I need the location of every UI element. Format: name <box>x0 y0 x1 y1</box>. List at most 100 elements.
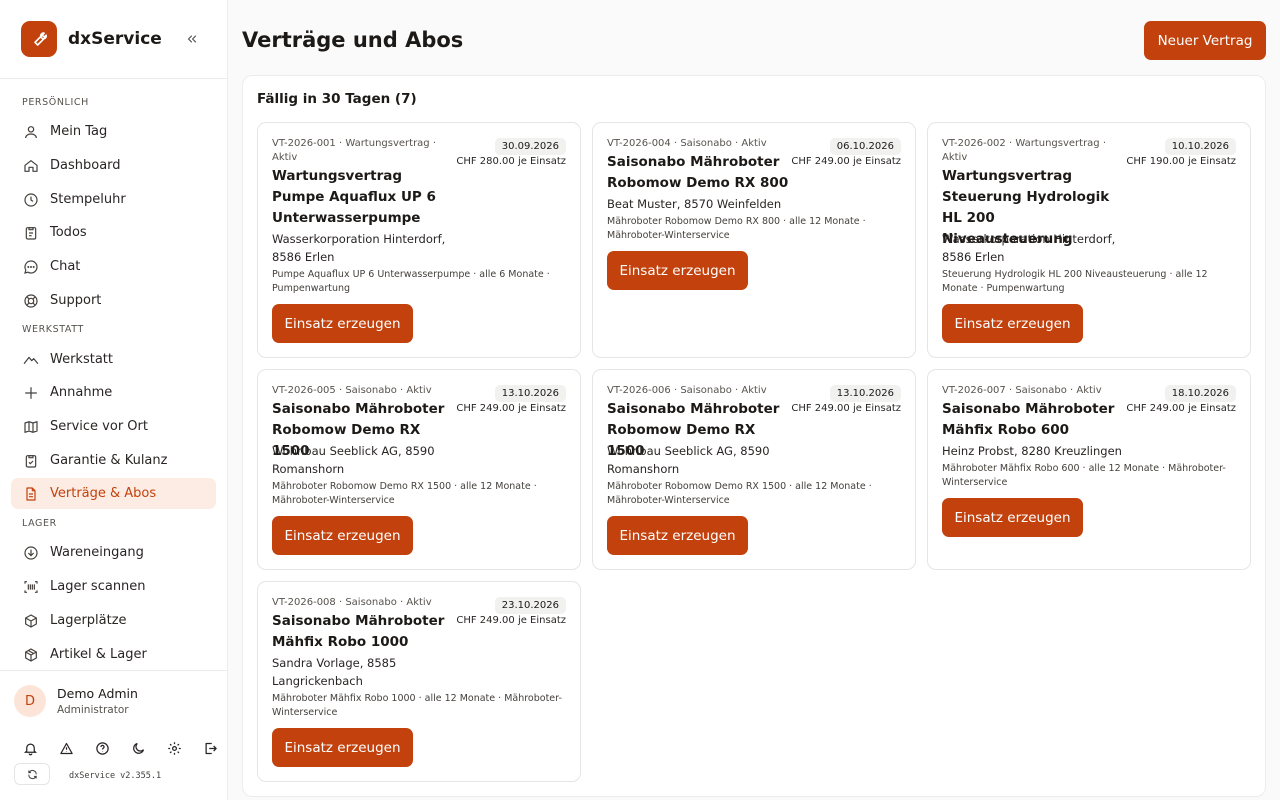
gear-icon[interactable] <box>164 738 184 758</box>
sidebar-item-label: Mein Tag <box>50 124 108 139</box>
help-icon[interactable] <box>92 738 112 758</box>
sidebar-item-annahme[interactable]: Annahme <box>11 377 216 408</box>
package-icon <box>22 646 40 664</box>
create-deployment-button[interactable]: Einsatz erzeugen <box>607 516 748 555</box>
contract-meta: VT-2026-001 · Wartungsvertrag · Aktiv <box>272 138 437 163</box>
sidebar-item-service-vor-ort[interactable]: Service vor Ort <box>11 411 216 442</box>
divider <box>0 670 227 671</box>
box-icon <box>22 612 40 630</box>
create-deployment-button[interactable]: Einsatz erzeugen <box>272 516 413 555</box>
sidebar-item-label: Verträge & Abos <box>50 486 157 501</box>
app-version: dxService v2.355.1 <box>69 771 162 781</box>
user-icon <box>22 123 40 141</box>
app-name: dxService <box>68 29 162 49</box>
sidebar-item-label: Support <box>50 293 102 308</box>
home-icon <box>22 157 40 175</box>
refresh-icon <box>27 769 37 779</box>
contract-card: VT-2026-008 · Saisonabo · Aktiv 23.10.20… <box>257 581 581 782</box>
refresh-button[interactable] <box>14 763 50 785</box>
contract-customer: Wasserkorporation Hinterdorf, 8586 Erlen <box>272 232 446 264</box>
sidebar-item-mein-tag[interactable]: Mein Tag <box>11 116 216 147</box>
sidebar-item-support[interactable]: Support <box>11 285 216 316</box>
contract-detail: Mähroboter Mähfix Robo 600 · alle 12 Mon… <box>942 463 1226 488</box>
warning-icon[interactable] <box>56 738 76 758</box>
contract-meta: VT-2026-005 · Saisonabo · Aktiv <box>272 385 432 396</box>
divider <box>0 78 227 79</box>
logout-icon[interactable] <box>200 738 220 758</box>
contract-card: VT-2026-006 · Saisonabo · Aktiv 13.10.20… <box>592 369 916 570</box>
new-contract-button[interactable]: Neuer Vertrag <box>1144 21 1266 60</box>
create-deployment-button[interactable]: Einsatz erzeugen <box>272 304 413 343</box>
sidebar-item-label: Dashboard <box>50 158 121 173</box>
contract-card: VT-2026-001 · Wartungsvertrag · Aktiv 30… <box>257 122 581 358</box>
contract-detail: Pumpe Aquaflux UP 6 Unterwasserpumpe · a… <box>272 269 550 294</box>
clock-icon <box>22 191 40 209</box>
moon-icon[interactable] <box>128 738 148 758</box>
sidebar-item-label: Lager scannen <box>50 579 146 594</box>
wrench-icon <box>21 21 57 57</box>
contract-card: VT-2026-005 · Saisonabo · Aktiv 13.10.20… <box>257 369 581 570</box>
sidebar-item-label: Chat <box>50 259 81 274</box>
user-name: Demo Admin <box>57 686 138 701</box>
contract-meta: VT-2026-002 · Wartungsvertrag · Aktiv <box>942 138 1107 163</box>
footer-toolbar <box>20 738 236 758</box>
barcode-icon <box>22 578 40 596</box>
sidebar-item-stempeluhr[interactable]: Stempeluhr <box>11 184 216 215</box>
sidebar-item-label: Artikel & Lager <box>50 647 147 662</box>
contract-card: VT-2026-004 · Saisonabo · Aktiv 06.10.20… <box>592 122 916 358</box>
sidebar-item-dashboard[interactable]: Dashboard <box>11 150 216 181</box>
sidebar-item-label: Garantie & Kulanz <box>50 453 168 468</box>
sidebar-item-vertraege-abos[interactable]: Verträge & Abos <box>11 478 216 509</box>
contract-customer: Heinz Probst, 8280 Kreuzlingen <box>942 444 1122 458</box>
sidebar-item-artikel-lager[interactable]: Artikel & Lager <box>11 639 216 670</box>
panel-title: Fällig in 30 Tagen (7) <box>257 91 417 107</box>
due-date-badge: 18.10.2026 <box>1164 385 1236 402</box>
bell-icon[interactable] <box>20 738 40 758</box>
sidebar-item-lager-scannen[interactable]: Lager scannen <box>11 571 216 602</box>
document-icon <box>22 485 40 503</box>
create-deployment-button[interactable]: Einsatz erzeugen <box>942 304 1083 343</box>
download-icon <box>22 544 40 562</box>
section-label-personal: PERSÖNLICH <box>22 97 89 108</box>
sidebar-item-garantie-kulanz[interactable]: Garantie & Kulanz <box>11 445 216 476</box>
sidebar-item-todos[interactable]: Todos <box>11 217 216 248</box>
sidebar-item-label: Werkstatt <box>50 352 113 367</box>
contract-meta: VT-2026-008 · Saisonabo · Aktiv <box>272 597 432 608</box>
contract-price: CHF 280.00 je Einsatz <box>456 156 566 167</box>
contract-meta: VT-2026-007 · Saisonabo · Aktiv <box>942 385 1102 396</box>
contract-title: Wartungsvertrag Pumpe Aquaflux UP 6 Unte… <box>272 168 436 226</box>
collapse-sidebar-button[interactable] <box>182 29 202 49</box>
sidebar-item-label: Todos <box>50 225 87 240</box>
contract-customer: Wasserkorporation Hinterdorf, 8586 Erlen <box>942 232 1116 264</box>
sidebar-item-wareneingang[interactable]: Wareneingang <box>11 537 216 568</box>
avatar[interactable]: D <box>14 685 46 717</box>
sidebar-item-label: Service vor Ort <box>50 419 148 434</box>
contract-customer: Beat Muster, 8570 Weinfelden <box>607 197 782 211</box>
contract-price: CHF 249.00 je Einsatz <box>791 156 901 167</box>
sidebar: dxService PERSÖNLICH Mein Tag Dashboard … <box>0 0 228 800</box>
user-role: Administrator <box>57 704 129 716</box>
map-icon <box>22 418 40 436</box>
due-date-badge: 10.10.2026 <box>1164 138 1236 155</box>
brand[interactable]: dxService <box>21 21 162 57</box>
due-date-badge: 13.10.2026 <box>494 385 566 402</box>
page-title: Verträge und Abos <box>242 28 464 52</box>
sidebar-item-label: Wareneingang <box>50 545 144 560</box>
contract-card: VT-2026-007 · Saisonabo · Aktiv 18.10.20… <box>927 369 1251 570</box>
create-deployment-button[interactable]: Einsatz erzeugen <box>607 251 748 290</box>
clipboard-check-icon <box>22 452 40 470</box>
section-label-storage: LAGER <box>22 518 57 529</box>
create-deployment-button[interactable]: Einsatz erzeugen <box>942 498 1083 537</box>
contract-detail: Steuerung Hydrologik HL 200 Niveausteuer… <box>942 269 1208 294</box>
contract-meta: VT-2026-004 · Saisonabo · Aktiv <box>607 138 767 149</box>
contract-price: CHF 249.00 je Einsatz <box>456 403 566 414</box>
contract-price: CHF 249.00 je Einsatz <box>1126 403 1236 414</box>
create-deployment-button[interactable]: Einsatz erzeugen <box>272 728 413 767</box>
due-date-badge: 30.09.2026 <box>494 138 566 155</box>
sidebar-item-lagerplaetze[interactable]: Lagerplätze <box>11 605 216 636</box>
plus-icon <box>22 384 40 402</box>
sidebar-item-werkstatt[interactable]: Werkstatt <box>11 344 216 375</box>
sidebar-item-label: Stempeluhr <box>50 192 126 207</box>
sidebar-item-chat[interactable]: Chat <box>11 251 216 282</box>
due-date-badge: 23.10.2026 <box>494 597 566 614</box>
